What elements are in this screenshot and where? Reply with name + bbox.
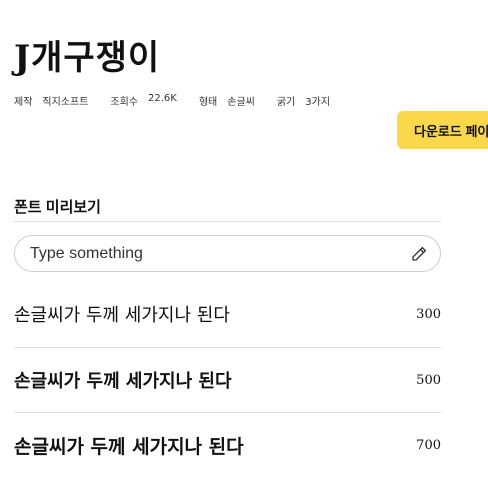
font-meta: 제작 직지소프트 조회수 22.6K 형태 손글씨 굵기 3가지 <box>14 93 330 108</box>
meta-weights: 굵기 3가지 <box>277 93 330 108</box>
meta-views-value: 22.6K <box>148 93 177 104</box>
weight-label: 700 <box>416 437 441 453</box>
preview-sample-text: 손글씨가 두께 세가지나 된다 <box>14 305 230 326</box>
preview-sample-text: 손글씨가 두께 세가지나 된다 <box>14 371 232 392</box>
meta-type-label: 형태 <box>198 97 218 108</box>
divider <box>14 221 441 222</box>
download-button[interactable]: 다운로드 페이 <box>397 111 488 149</box>
preview-row-700: 손글씨가 두께 세가지나 된다 700 <box>14 412 441 477</box>
meta-weights-label: 굵기 <box>276 97 296 108</box>
pencil-icon[interactable] <box>410 245 428 263</box>
preview-row-500: 손글씨가 두께 세가지나 된다 500 <box>14 347 441 412</box>
preview-section-title: 폰트 미리보기 <box>14 199 101 216</box>
weight-label: 300 <box>416 306 441 322</box>
meta-author: 제작 직지소프트 <box>14 93 88 108</box>
weight-label: 500 <box>416 372 441 388</box>
preview-sample-text: 손글씨가 두께 세가지나 된다 <box>14 435 244 458</box>
preview-text-input[interactable] <box>28 243 392 264</box>
meta-weights-value: 3가지 <box>305 97 331 108</box>
meta-views: 조회수 22.6K <box>110 93 176 108</box>
preview-input-container[interactable] <box>14 235 441 272</box>
meta-type-value: 손글씨 <box>227 97 255 108</box>
preview-row-300: 손글씨가 두께 세가지나 된다 300 <box>14 282 441 346</box>
meta-type: 형태 손글씨 <box>199 93 255 108</box>
meta-author-label: 제작 <box>14 97 33 108</box>
font-title: J개구쟁이 <box>14 38 161 78</box>
meta-author-value: 직지소프트 <box>42 97 89 108</box>
meta-views-label: 조회수 <box>110 97 139 108</box>
